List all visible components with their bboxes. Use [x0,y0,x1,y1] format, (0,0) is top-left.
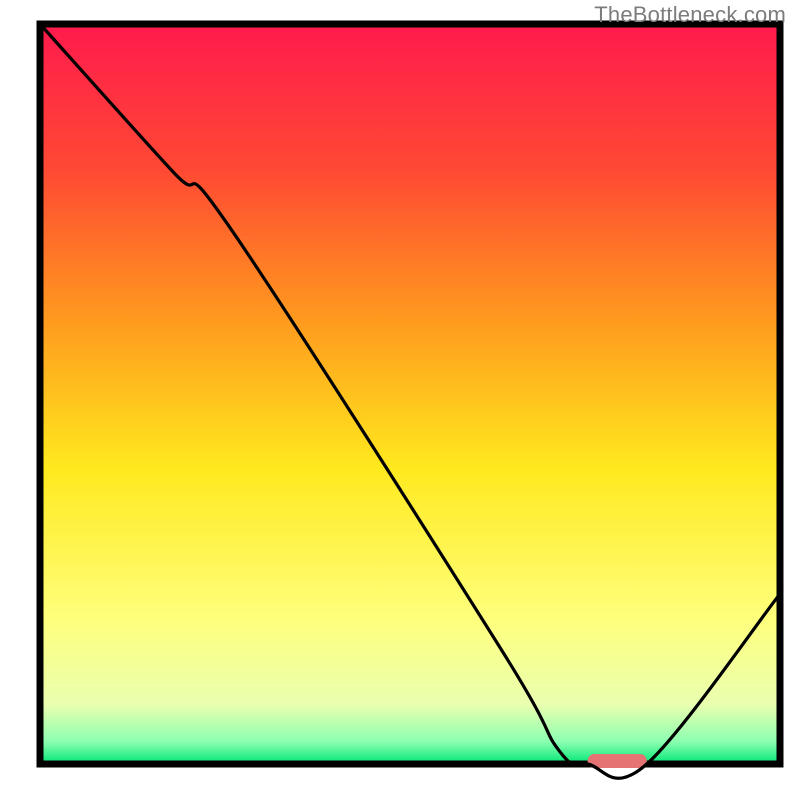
gradient-background [40,24,780,764]
chart-stage: TheBottleneck.com [0,0,800,800]
chart-canvas [0,0,800,800]
bottleneck-marker [588,754,647,768]
watermark-text: TheBottleneck.com [594,2,786,28]
